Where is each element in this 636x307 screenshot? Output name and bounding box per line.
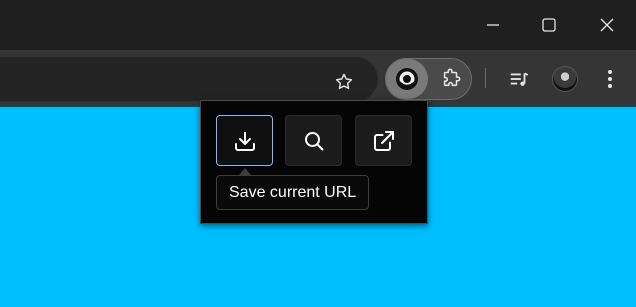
avatar[interactable] <box>552 66 578 92</box>
extension-active-icon <box>396 68 418 90</box>
address-bar[interactable] <box>0 57 378 101</box>
extension-popup: Save current URL <box>200 100 428 224</box>
open-external-button[interactable] <box>355 115 412 166</box>
minimize-icon <box>487 24 499 26</box>
toolbar-separator <box>485 68 486 88</box>
download-button[interactable] <box>216 115 273 166</box>
maximize-button[interactable] <box>521 0 577 50</box>
search-button[interactable] <box>285 115 342 166</box>
close-window-button[interactable] <box>579 0 635 50</box>
tooltip: Save current URL <box>216 175 370 210</box>
star-icon <box>335 73 353 90</box>
window-titlebar <box>0 0 636 50</box>
search-icon <box>304 131 323 150</box>
extensions-menu-button[interactable] <box>436 63 466 93</box>
kebab-menu-icon[interactable] <box>600 66 620 92</box>
external-link-icon <box>373 130 394 151</box>
close-icon <box>600 18 614 32</box>
media-control-icon <box>510 72 529 86</box>
maximize-icon <box>542 18 556 32</box>
tooltip-arrow <box>239 168 251 175</box>
puzzle-icon <box>443 68 461 87</box>
media-control-button[interactable] <box>505 65 533 93</box>
download-icon <box>234 131 255 151</box>
active-extension-button[interactable] <box>386 59 428 99</box>
minimize-button[interactable] <box>465 0 521 50</box>
bookmark-star-button[interactable] <box>331 69 357 95</box>
browser-toolbar <box>0 50 636 107</box>
